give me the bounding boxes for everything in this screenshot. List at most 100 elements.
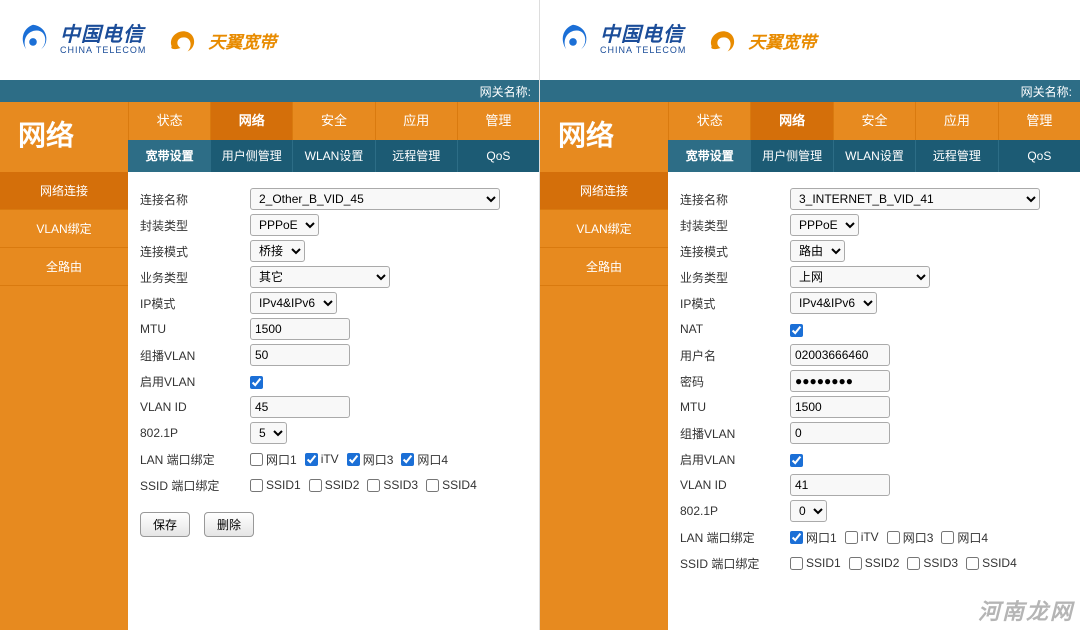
- lan-bind-group: 网口1 iTV 网口3 网口4: [790, 529, 1068, 546]
- brand-cn: 中国电信: [600, 24, 686, 46]
- input-password[interactable]: [790, 370, 890, 392]
- page-title: 网络: [540, 102, 668, 172]
- label-pass: 密码: [680, 373, 790, 390]
- header: 中国电信 CHINA TELECOM 天翼宽带: [540, 0, 1080, 80]
- select-service[interactable]: 其它: [250, 266, 390, 288]
- checkbox-enable-vlan[interactable]: [250, 376, 263, 389]
- select-mode[interactable]: 路由: [790, 240, 845, 262]
- select-service[interactable]: 上网: [790, 266, 930, 288]
- lan-port-4: 网口4: [401, 451, 448, 468]
- delete-button[interactable]: 删除: [204, 512, 254, 537]
- tab-manage[interactable]: 管理: [457, 102, 539, 140]
- ssid-1: SSID1: [790, 556, 841, 570]
- label-conn-name: 连接名称: [140, 191, 250, 208]
- lan-port-3: 网口3: [347, 451, 394, 468]
- breadcrumb: 网关名称:: [540, 80, 1080, 102]
- brand-cn: 中国电信: [60, 24, 146, 46]
- ssid-3: SSID3: [367, 478, 418, 492]
- lan-port-4: 网口4: [941, 529, 988, 546]
- select-ipmode[interactable]: IPv4&IPv6: [790, 292, 877, 314]
- select-conn-name[interactable]: 2_Other_B_VID_45: [250, 188, 500, 210]
- tabs-secondary: 宽带设置 用户侧管理 WLAN设置 远程管理 QoS: [668, 140, 1080, 172]
- checkbox-enable-vlan[interactable]: [790, 454, 803, 467]
- ssid-3: SSID3: [907, 556, 958, 570]
- tabs-primary: 状态 网络 安全 应用 管理: [668, 102, 1080, 140]
- sidebar-item-all-route[interactable]: 全路由: [0, 248, 128, 286]
- sidebar-item-vlan-bind[interactable]: VLAN绑定: [0, 210, 128, 248]
- sidebar-item-network-conn[interactable]: 网络连接: [540, 172, 668, 210]
- label-mcast-vlan: 组播VLAN: [140, 347, 250, 364]
- select-encap[interactable]: PPPoE: [790, 214, 859, 236]
- input-mcast-vlan[interactable]: [250, 344, 350, 366]
- label-mtu: MTU: [680, 400, 790, 414]
- tab-wlan[interactable]: WLAN设置: [833, 140, 915, 172]
- select-ipmode[interactable]: IPv4&IPv6: [250, 292, 337, 314]
- label-service: 业务类型: [680, 269, 790, 286]
- sidebar-item-network-conn[interactable]: 网络连接: [0, 172, 128, 210]
- input-mtu[interactable]: [250, 318, 350, 340]
- label-mcast-vlan: 组播VLAN: [680, 425, 790, 442]
- ssid-2: SSID2: [309, 478, 360, 492]
- label-user: 用户名: [680, 347, 790, 364]
- label-mode: 连接模式: [140, 243, 250, 260]
- tab-security[interactable]: 安全: [292, 102, 374, 140]
- label-encap: 封装类型: [680, 217, 790, 234]
- form-right: 连接名称 3_INTERNET_B_VID_41 封装类型 PPPoE 连接模式…: [668, 172, 1080, 630]
- label-enable-vlan: 启用VLAN: [680, 451, 790, 468]
- select-encap[interactable]: PPPoE: [250, 214, 319, 236]
- page-title: 网络: [0, 102, 128, 172]
- panel-left: 中国电信 CHINA TELECOM 天翼宽带 网关名称: 网络 网络连接 VL…: [0, 0, 540, 630]
- label-lan-bind: LAN 端口绑定: [140, 451, 250, 468]
- tab-remote[interactable]: 远程管理: [915, 140, 997, 172]
- tab-remote[interactable]: 远程管理: [375, 140, 457, 172]
- tianyi-logo: 天翼宽带: [706, 25, 816, 55]
- select-conn-name[interactable]: 3_INTERNET_B_VID_41: [790, 188, 1040, 210]
- tab-app[interactable]: 应用: [915, 102, 997, 140]
- select-dot1p[interactable]: 5: [250, 422, 287, 444]
- select-mode[interactable]: 桥接: [250, 240, 305, 262]
- input-mtu[interactable]: [790, 396, 890, 418]
- brand-sub: 天翼宽带: [208, 28, 276, 53]
- sidebar-item-vlan-bind[interactable]: VLAN绑定: [540, 210, 668, 248]
- select-dot1p[interactable]: 0: [790, 500, 827, 522]
- label-ipmode: IP模式: [140, 295, 250, 312]
- label-vlan-id: VLAN ID: [680, 478, 790, 492]
- ssid-4: SSID4: [966, 556, 1017, 570]
- tab-network[interactable]: 网络: [750, 102, 832, 140]
- gateway-name-label: 网关名称:: [480, 83, 531, 100]
- tab-broadband[interactable]: 宽带设置: [668, 140, 750, 172]
- panel-right: 中国电信 CHINA TELECOM 天翼宽带 网关名称: 网络 网络连接 VL…: [540, 0, 1080, 630]
- tab-qos[interactable]: QoS: [998, 140, 1080, 172]
- tab-broadband[interactable]: 宽带设置: [128, 140, 210, 172]
- label-mode: 连接模式: [680, 243, 790, 260]
- header: 中国电信 CHINA TELECOM 天翼宽带: [0, 0, 539, 80]
- label-ssid-bind: SSID 端口绑定: [680, 555, 790, 572]
- tab-user-side[interactable]: 用户侧管理: [210, 140, 292, 172]
- sidebar-item-all-route[interactable]: 全路由: [540, 248, 668, 286]
- lan-port-1: 网口1: [250, 451, 297, 468]
- input-username[interactable]: [790, 344, 890, 366]
- ssid-1: SSID1: [250, 478, 301, 492]
- tab-user-side[interactable]: 用户侧管理: [750, 140, 832, 172]
- tab-status[interactable]: 状态: [668, 102, 750, 140]
- tab-qos[interactable]: QoS: [457, 140, 539, 172]
- checkbox-nat[interactable]: [790, 324, 803, 337]
- brand-en: CHINA TELECOM: [600, 46, 686, 56]
- tab-security[interactable]: 安全: [833, 102, 915, 140]
- input-vlan-id[interactable]: [250, 396, 350, 418]
- tabs-secondary: 宽带设置 用户侧管理 WLAN设置 远程管理 QoS: [128, 140, 539, 172]
- input-mcast-vlan[interactable]: [790, 422, 890, 444]
- save-button[interactable]: 保存: [140, 512, 190, 537]
- label-service: 业务类型: [140, 269, 250, 286]
- tab-manage[interactable]: 管理: [998, 102, 1080, 140]
- tab-status[interactable]: 状态: [128, 102, 210, 140]
- tab-wlan[interactable]: WLAN设置: [292, 140, 374, 172]
- tab-network[interactable]: 网络: [210, 102, 292, 140]
- china-telecom-logo: 中国电信 CHINA TELECOM: [14, 21, 146, 59]
- label-mtu: MTU: [140, 322, 250, 336]
- lan-port-itv: iTV: [305, 452, 339, 466]
- tab-app[interactable]: 应用: [375, 102, 457, 140]
- gateway-name-label: 网关名称:: [1021, 83, 1072, 100]
- input-vlan-id[interactable]: [790, 474, 890, 496]
- china-telecom-logo: 中国电信 CHINA TELECOM: [554, 21, 686, 59]
